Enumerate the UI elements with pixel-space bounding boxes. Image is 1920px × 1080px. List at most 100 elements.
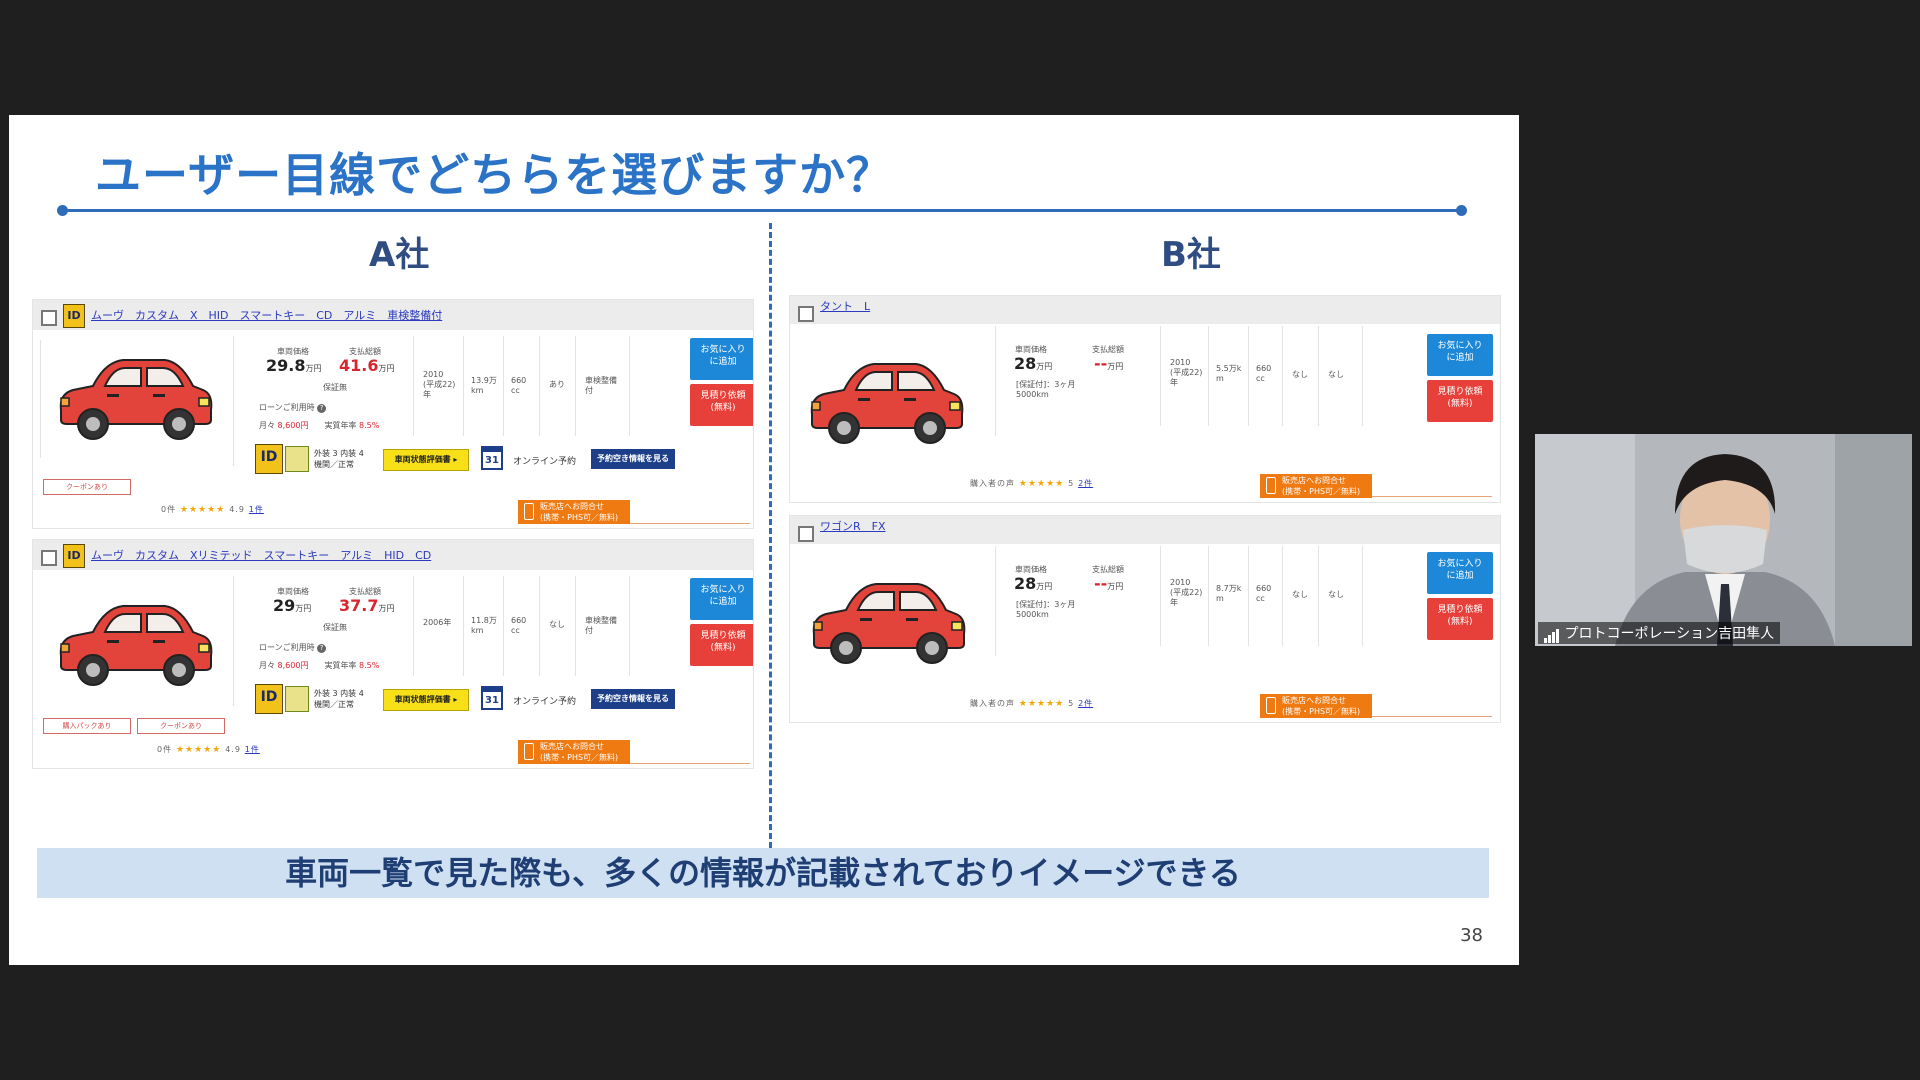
total-payment: --万円 — [1094, 574, 1124, 593]
model-year: 2010 (平成22) 年 — [1170, 578, 1203, 607]
listing-header: ID ムーヴ カスタム Xリミテッド スマートキー アルミ HID CD — [33, 540, 753, 570]
inspection: なし — [1292, 590, 1308, 599]
model-year: 2010 (平成22) 年 — [1170, 358, 1203, 387]
listing-title-link[interactable]: タント L — [820, 298, 870, 314]
total-payment: 37.7万円 — [339, 596, 395, 615]
warranty-label: 保証無 — [323, 623, 347, 632]
review-link[interactable]: 1件 — [249, 505, 264, 514]
id-logo-icon: ID — [255, 444, 283, 474]
condition-report-button[interactable]: 車両状態評価書 ▸ — [383, 449, 469, 471]
phone-icon — [1266, 477, 1276, 494]
company-a-heading: A社 — [369, 235, 430, 275]
listing-title-link[interactable]: ワゴンR FX — [820, 518, 886, 534]
request-quote-button[interactable]: 見積り依頼 (無料) — [690, 624, 753, 666]
reserve-availability-button[interactable]: 予約空き情報を見る — [591, 449, 675, 469]
add-favorite-button[interactable]: お気に入り に追加 — [690, 338, 753, 380]
monthly-info: 月々 8,600円 実質年率 8.5% — [259, 661, 380, 670]
listing-title-link[interactable]: ムーヴ カスタム X HID スマートキー CD アルミ 車検整備付 — [91, 307, 442, 323]
company-b-listing-2: ワゴンR FX 車両価格 支払総額 28万円 --万円 [保証付]：3ヶ月 50… — [789, 515, 1501, 723]
reserve-availability-button[interactable]: 予約空き情報を見る — [591, 689, 675, 709]
online-reserve-label: オンライン予約 — [513, 697, 577, 707]
total-payment: 41.6万円 — [339, 356, 395, 375]
participant-video-icon — [1535, 434, 1912, 646]
select-checkbox[interactable] — [798, 306, 814, 322]
rating-stars: 0件 ★★★★★ 4.9 1件 — [161, 505, 264, 515]
mileage: 13.9万 km — [471, 376, 497, 395]
participant-name-label: プロトコーポレーション吉田隼人 — [1538, 622, 1781, 644]
condition-report-button[interactable]: 車両状態評価書 ▸ — [383, 689, 469, 711]
rating-stars: 購入者の声 ★★★★★ 5 2件 — [970, 699, 1094, 709]
mileage: 8.7万k m — [1216, 584, 1242, 603]
condition-grades: 外装 3 内装 4 機関／正常 — [314, 689, 364, 709]
car-photo-icon[interactable] — [806, 572, 972, 667]
displacement: 660 cc — [1256, 364, 1272, 383]
calendar-icon: 31 — [481, 686, 503, 710]
vehicle-price: 29万円 — [273, 596, 312, 615]
warranty-label: 保証無 — [323, 383, 347, 392]
review-link[interactable]: 1件 — [245, 745, 260, 754]
listing-title-link[interactable]: ムーヴ カスタム Xリミテッド スマートキー アルミ HID CD — [91, 547, 431, 563]
column-divider — [769, 223, 772, 848]
inspection: なし — [1292, 370, 1308, 379]
select-checkbox[interactable] — [41, 310, 57, 326]
review-link[interactable]: 2件 — [1078, 479, 1093, 488]
vehicle-price: 29.8万円 — [266, 356, 322, 375]
add-favorite-button[interactable]: お気に入り に追加 — [690, 578, 753, 620]
maintenance: 車検整備 付 — [585, 376, 617, 395]
company-b-listing-1: タント L 車両価格 支払総額 28万円 --万円 [保証付]：3ヶ月 5000… — [789, 295, 1501, 503]
monthly-info: 月々 8,600円 実質年率 8.5% — [259, 421, 380, 430]
displacement: 660 cc — [511, 616, 527, 635]
car-photo-icon[interactable] — [804, 352, 970, 447]
summary-banner: 車両一覧で見た際も、多くの情報が記載されておりイメージできる — [37, 848, 1489, 898]
maintenance: なし — [1328, 590, 1344, 599]
coupon-badge[interactable]: クーポンあり — [43, 479, 131, 495]
inspection: なし — [549, 620, 565, 629]
mileage: 5.5万k m — [1216, 364, 1242, 383]
phone-icon — [1266, 697, 1276, 714]
condition-grades: 外装 3 内装 4 機関／正常 — [314, 449, 364, 469]
company-a-listing-2: ID ムーヴ カスタム Xリミテッド スマートキー アルミ HID CD 車両価… — [32, 539, 754, 769]
vehicle-price: 28万円 — [1014, 574, 1053, 593]
contact-dealer-button[interactable]: 販売店へお問合せ (携帯・PHS可／無料) — [1260, 474, 1372, 498]
select-checkbox[interactable] — [41, 550, 57, 566]
id-badge-icon: ID — [63, 544, 85, 568]
coupon-badge[interactable]: クーポンあり — [137, 718, 225, 734]
loan-label: ローンご利用時 ? — [259, 402, 327, 413]
purchase-pack-badge[interactable]: 購入パックあり — [43, 718, 131, 734]
mileage: 11.8万 km — [471, 616, 497, 635]
add-favorite-button[interactable]: お気に入り に追加 — [1427, 552, 1493, 594]
request-quote-button[interactable]: 見積り依頼 (無料) — [690, 384, 753, 426]
signal-strength-icon — [1544, 626, 1560, 643]
add-favorite-button[interactable]: お気に入り に追加 — [1427, 334, 1493, 376]
contact-dealer-button[interactable]: 販売店へお問合せ (携帯・PHS可／無料) — [1260, 694, 1372, 718]
loan-label: ローンご利用時 ? — [259, 642, 327, 653]
request-quote-button[interactable]: 見積り依頼 (無料) — [1427, 380, 1493, 422]
help-icon[interactable]: ? — [317, 644, 327, 653]
rule-endpoint-right — [1456, 205, 1467, 216]
company-b-heading: B社 — [1161, 235, 1221, 275]
displacement: 660 cc — [511, 376, 527, 395]
maintenance: なし — [1328, 370, 1344, 379]
listing-header: ワゴンR FX — [790, 516, 1500, 544]
inspection-hand-icon — [285, 686, 309, 712]
phone-icon — [524, 503, 534, 520]
help-icon[interactable]: ? — [317, 404, 327, 413]
car-photo-icon[interactable] — [53, 348, 219, 443]
maintenance: 車検整備 付 — [585, 616, 617, 635]
review-link[interactable]: 2件 — [1078, 699, 1093, 708]
select-checkbox[interactable] — [798, 526, 814, 542]
vehicle-price: 28万円 — [1014, 354, 1053, 373]
model-year: 2006年 — [423, 618, 452, 627]
request-quote-button[interactable]: 見積り依頼 (無料) — [1427, 598, 1493, 640]
phone-icon — [524, 743, 534, 760]
contact-dealer-button[interactable]: 販売店へお問合せ (携帯・PHS可／無料) — [518, 500, 630, 524]
car-photo-icon[interactable] — [53, 594, 219, 689]
webcam-tile[interactable]: プロトコーポレーション吉田隼人 — [1535, 434, 1912, 646]
listing-header: ID ムーヴ カスタム X HID スマートキー CD アルミ 車検整備付 — [33, 300, 753, 330]
warranty-info: [保証付]：3ヶ月 5000km — [1016, 380, 1076, 399]
warranty-info: [保証付]：3ヶ月 5000km — [1016, 600, 1076, 619]
listing-header: タント L — [790, 296, 1500, 324]
slide-title: ユーザー目線でどちらを選びますか？ — [95, 148, 894, 202]
contact-dealer-button[interactable]: 販売店へお問合せ (携帯・PHS可／無料) — [518, 740, 630, 764]
inspection-hand-icon — [285, 446, 309, 472]
